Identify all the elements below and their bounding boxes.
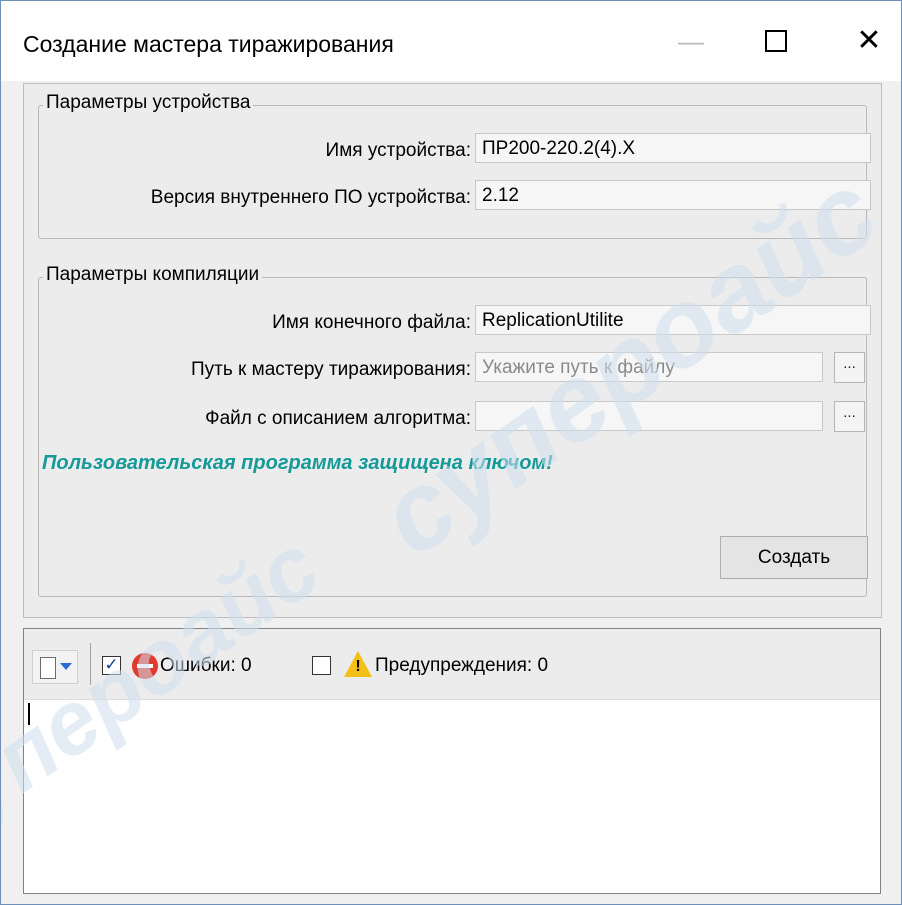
minimize-button[interactable]: — (661, 17, 721, 65)
document-menu-icon (40, 657, 56, 679)
master-path-label: Путь к мастеру тиражирования: (191, 359, 471, 380)
warning-exclamation-mark: ! (355, 658, 361, 675)
log-toolbar: ✓ Ошибки: 0 ! Предупреждения: 0 (24, 629, 880, 700)
target-file-field[interactable]: ReplicationUtilite (475, 305, 871, 335)
window-title: Создание мастера тиражирования (23, 31, 394, 57)
close-button[interactable]: ✕ (839, 17, 899, 65)
compile-group-legend: Параметры компиляции (43, 264, 263, 286)
device-name-field[interactable]: ПР200-220.2(4).X (475, 133, 871, 163)
device-name-label: Имя устройства: (325, 140, 471, 161)
device-parameters-group: Параметры устройства Имя устройства: ПР2… (38, 92, 871, 239)
toolbar-separator (90, 643, 91, 685)
errors-count-label: Ошибки: 0 (160, 655, 252, 676)
settings-panel: Параметры устройства Имя устройства: ПР2… (23, 83, 882, 618)
create-button[interactable]: Создать (720, 536, 868, 579)
no-entry-icon (132, 653, 158, 679)
replication-master-window: Создание мастера тиражирования — ✕ Парам… (0, 0, 902, 905)
title-bar: Создание мастера тиражирования — ✕ (1, 1, 901, 81)
maximize-icon (765, 30, 787, 53)
text-cursor (28, 703, 30, 725)
algorithm-file-field[interactable] (475, 401, 823, 431)
log-panel: ✓ Ошибки: 0 ! Предупреждения: 0 (23, 628, 881, 894)
warnings-checkbox[interactable] (312, 656, 331, 675)
errors-checkbox[interactable]: ✓ (102, 656, 121, 675)
firmware-version-field[interactable]: 2.12 (475, 180, 871, 210)
target-file-label: Имя конечного файла: (272, 312, 471, 333)
protected-program-message: Пользовательская программа защищена ключ… (42, 452, 553, 474)
algorithm-file-label: Файл с описанием алгоритма: (205, 408, 471, 429)
warnings-count-label: Предупреждения: 0 (375, 655, 549, 676)
log-menu-button[interactable] (32, 650, 78, 684)
dropdown-arrow-icon (60, 663, 72, 670)
maximize-button[interactable] (746, 17, 806, 65)
firmware-version-label: Версия внутреннего ПО устройства: (150, 187, 471, 208)
algorithm-file-browse-button[interactable]: ... (834, 401, 865, 432)
device-group-legend: Параметры устройства (43, 92, 254, 114)
master-path-field[interactable]: Укажите путь к файлу (475, 352, 823, 382)
master-path-browse-button[interactable]: ... (834, 352, 865, 383)
